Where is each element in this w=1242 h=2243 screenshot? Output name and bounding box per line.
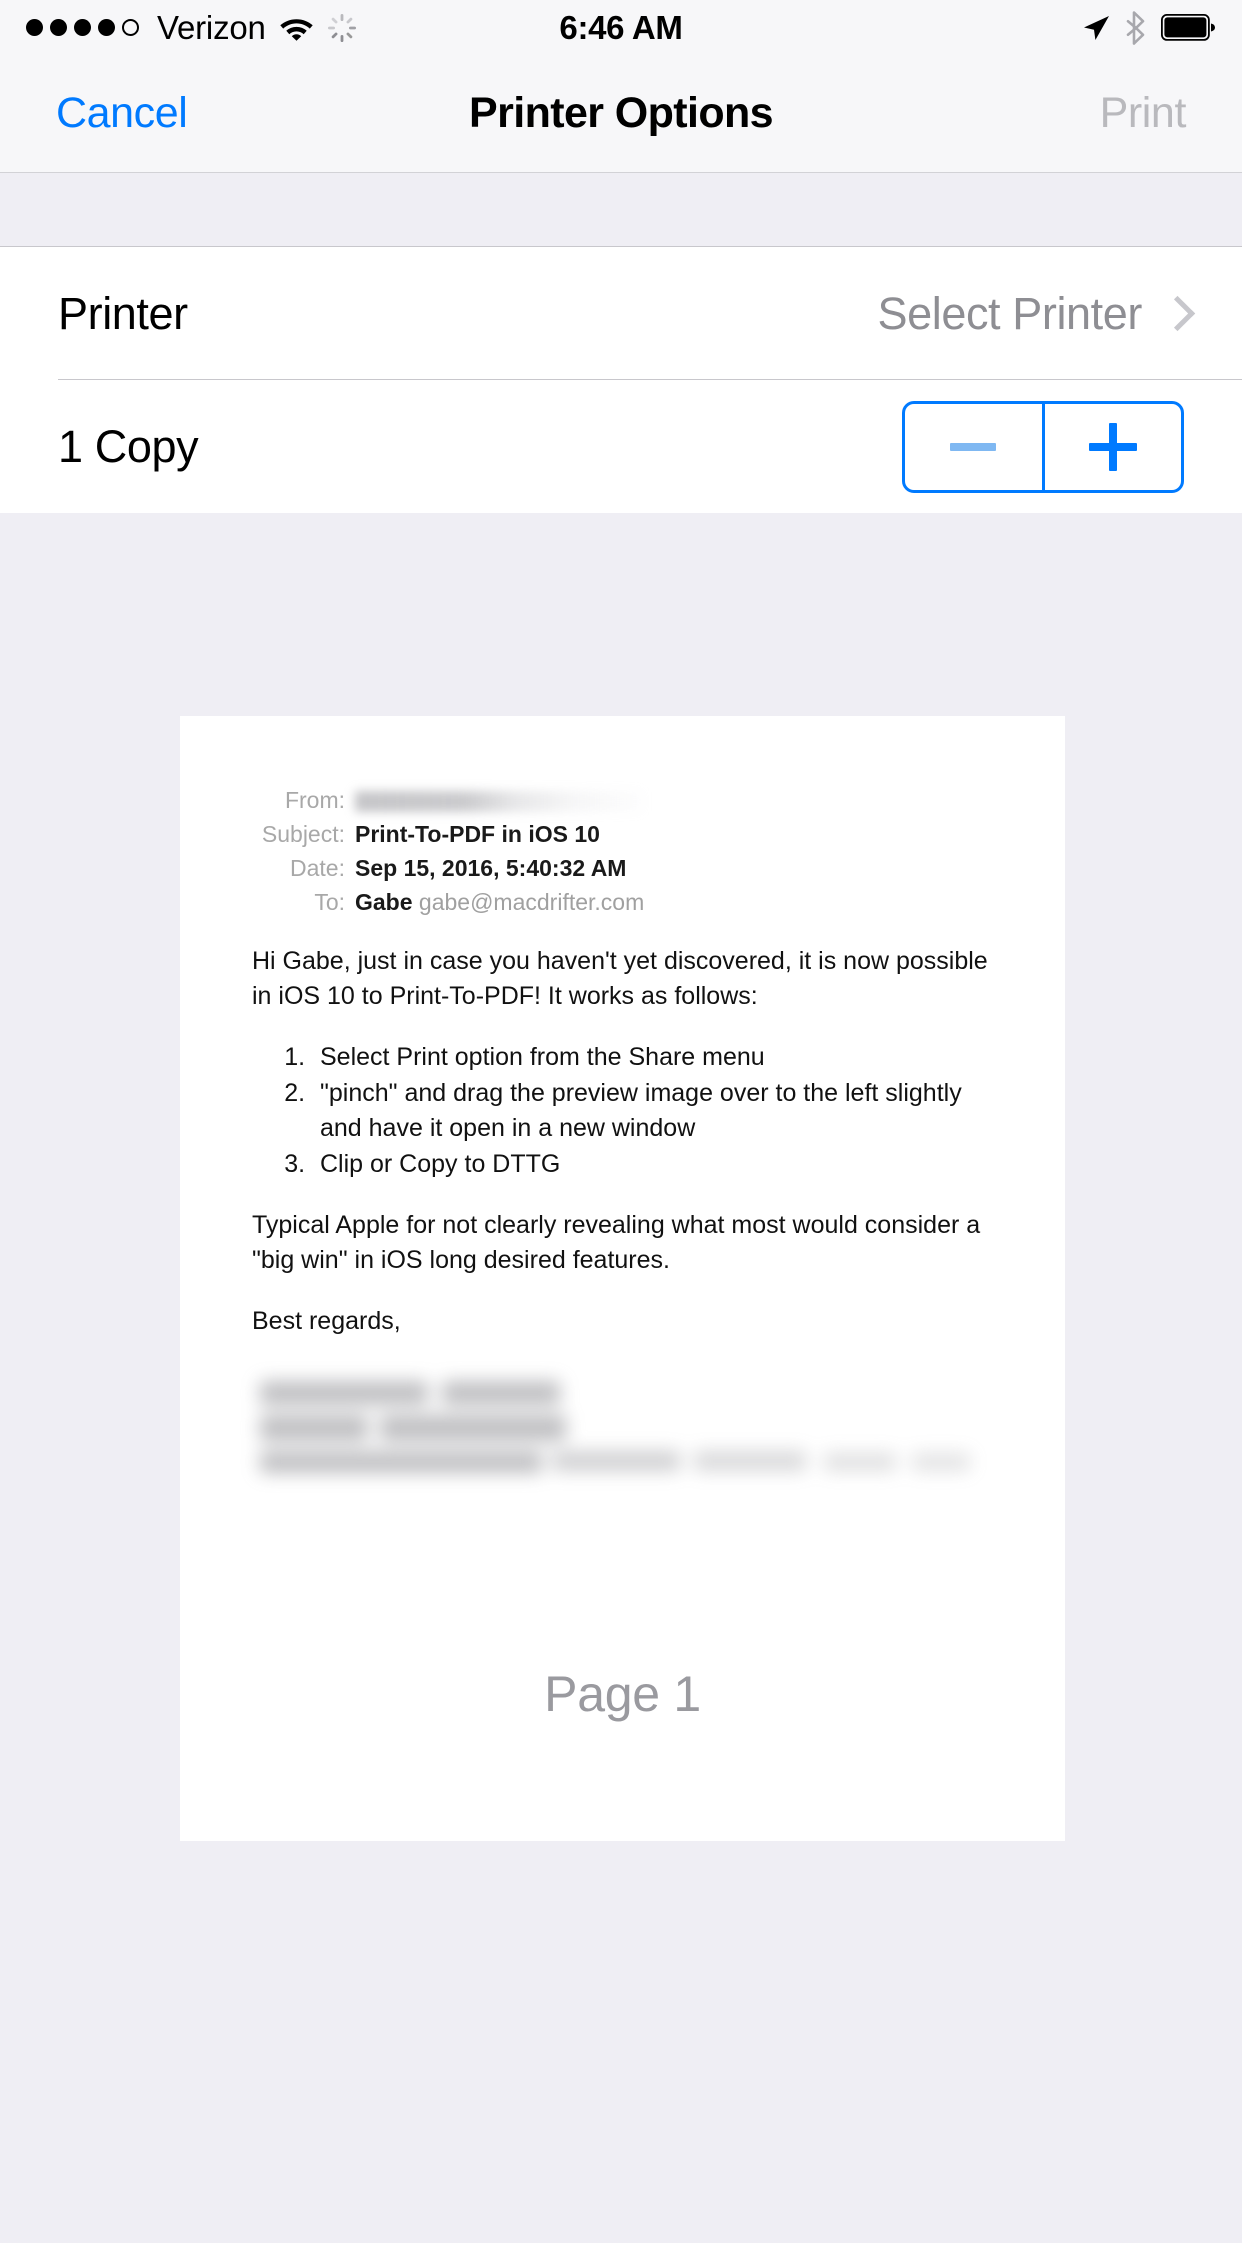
section-gap	[0, 173, 1242, 247]
redacted-signature-block	[252, 1377, 995, 1473]
email-header-value-from	[355, 784, 995, 816]
email-header-label-from: From:	[284, 787, 345, 813]
navigation-bar: Cancel Printer Options Print	[0, 55, 1242, 173]
email-header-value-date: Sep 15, 2016, 5:40:32 AM	[355, 855, 627, 881]
decrement-copies-button[interactable]	[905, 404, 1042, 490]
email-body: Hi Gabe, just in case you haven't yet di…	[252, 944, 995, 1339]
copies-stepper[interactable]	[902, 400, 1184, 493]
copies-row-right	[902, 400, 1184, 493]
email-header-label-to: To:	[314, 889, 345, 915]
list-item: Clip or Copy to DTTG	[312, 1147, 995, 1182]
recipient-name: Gabe	[355, 889, 413, 915]
email-header-label-date: Date:	[290, 855, 345, 881]
plus-icon	[1088, 422, 1137, 471]
page-number-label: Page 1	[544, 1666, 701, 1722]
activity-spinner-icon	[327, 13, 357, 43]
status-bar-right	[621, 10, 1216, 45]
printer-row-right: Select Printer	[877, 288, 1184, 340]
email-signoff: Best regards,	[252, 1307, 401, 1335]
chevron-right-icon	[1164, 297, 1184, 331]
recipient-email: gabe@macdrifter.com	[418, 889, 645, 915]
email-intro-paragraph: Hi Gabe, just in case you haven't yet di…	[252, 947, 988, 1010]
location-arrow-icon	[1081, 13, 1111, 43]
print-preview-area: From: Subject: Print-To-PDF in iOS 10 Da…	[0, 513, 1242, 2243]
status-bar-left: Verizon	[26, 9, 621, 47]
email-header-value-to: Gabe gabe@macdrifter.com	[355, 886, 995, 918]
page-preview-content: From: Subject: Print-To-PDF in iOS 10 Da…	[180, 716, 1065, 1473]
printer-row-label: Printer	[58, 287, 188, 339]
print-button[interactable]: Print	[1100, 89, 1187, 138]
printer-row-value: Select Printer	[877, 287, 1142, 339]
wifi-icon	[279, 14, 314, 41]
battery-full-icon	[1161, 14, 1216, 41]
email-steps-list: Select Print option from the Share menu …	[252, 1040, 995, 1182]
increment-copies-button[interactable]	[1041, 403, 1182, 490]
status-bar: Verizon 6:46 AM	[0, 0, 1242, 55]
email-headers: From: Subject: Print-To-PDF in iOS 10 Da…	[252, 784, 995, 918]
cellular-signal-icon	[26, 19, 139, 36]
email-closing-paragraph: Typical Apple for not clearly revealing …	[252, 1211, 981, 1274]
list-item: Select Print option from the Share menu	[312, 1040, 995, 1075]
printer-row[interactable]: Printer Select Printer	[0, 247, 1242, 380]
email-header-label-subject: Subject:	[261, 821, 345, 847]
copies-row-label: 1 Copy	[58, 420, 199, 472]
minus-icon	[950, 442, 997, 451]
bluetooth-icon	[1125, 10, 1147, 45]
carrier-label: Verizon	[157, 8, 266, 46]
copies-row: 1 Copy	[0, 380, 1242, 513]
cancel-button[interactable]: Cancel	[56, 89, 188, 138]
page-preview-card[interactable]: From: Subject: Print-To-PDF in iOS 10 Da…	[180, 716, 1065, 1841]
email-header-value-subject: Print-To-PDF in iOS 10	[355, 821, 600, 847]
printer-options-table: Printer Select Printer 1 Copy	[0, 247, 1242, 513]
redacted-sender	[355, 791, 643, 813]
list-item: "pinch" and drag the preview image over …	[312, 1076, 995, 1146]
